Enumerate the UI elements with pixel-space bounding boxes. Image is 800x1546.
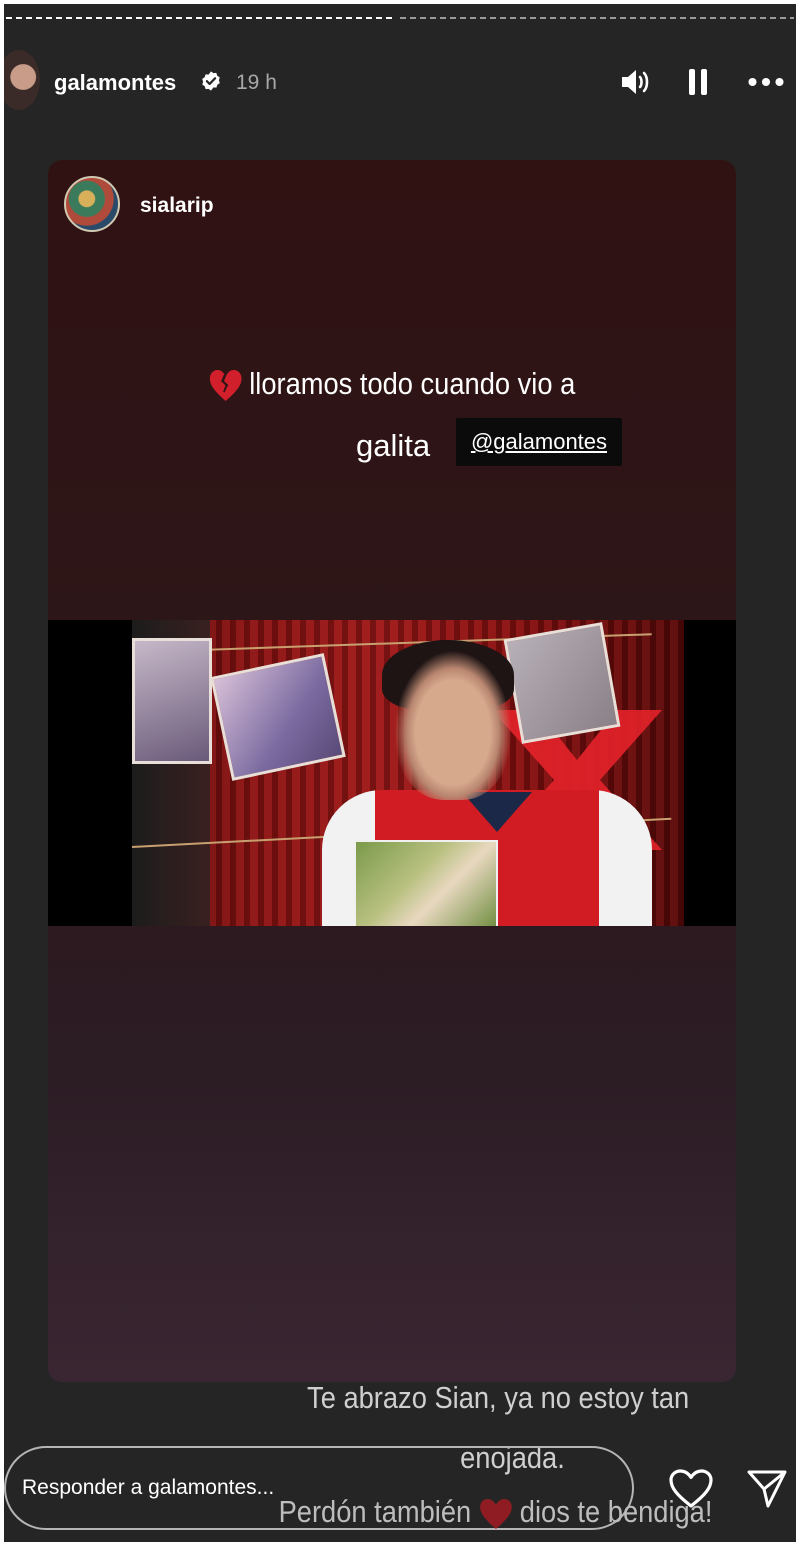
story-caption: lloramos todo cuando vio a (48, 366, 736, 403)
caption-line-1: lloramos todo cuando vio a (249, 366, 576, 401)
broken-heart-icon (209, 369, 242, 401)
username[interactable]: galamontes (54, 70, 176, 96)
mute-button[interactable] (618, 64, 654, 100)
progress-segment-viewed (6, 17, 394, 19)
verified-icon (202, 71, 220, 91)
story-viewer: galamontes 19 h sialarip lloramos todo c… (4, 4, 796, 1542)
shared-story-card[interactable]: sialarip lloramos todo cuando vio a gali… (48, 160, 736, 1382)
heart-icon (669, 1469, 713, 1508)
held-photo (354, 840, 498, 926)
pause-button[interactable] (680, 64, 716, 100)
hanging-photo (132, 638, 212, 764)
overlay-text-line-1: Te abrazo Sian, ya no estoy tan (306, 1380, 690, 1415)
heart-emoji-icon (480, 1498, 512, 1529)
avatar[interactable] (4, 50, 40, 110)
story-progress-bar (6, 17, 794, 19)
more-options-button[interactable] (748, 64, 784, 100)
story-header: galamontes 19 h (4, 48, 796, 110)
mention-sticker[interactable]: @galamontes (456, 418, 622, 466)
pause-icon (689, 69, 707, 95)
send-icon (747, 1470, 787, 1508)
story-video[interactable] (48, 620, 736, 926)
more-icon (748, 77, 784, 87)
hanging-photo (503, 622, 621, 744)
send-button[interactable] (744, 1466, 790, 1512)
source-username[interactable]: sialarip (140, 194, 214, 218)
source-avatar[interactable] (64, 176, 120, 232)
video-frame (132, 620, 684, 926)
progress-segment-remaining (400, 17, 794, 19)
post-time: 19 h (236, 71, 277, 94)
caption-line-2: galita (356, 428, 431, 463)
volume-icon (622, 70, 649, 94)
person-face (394, 650, 512, 800)
like-button[interactable] (666, 1466, 716, 1512)
